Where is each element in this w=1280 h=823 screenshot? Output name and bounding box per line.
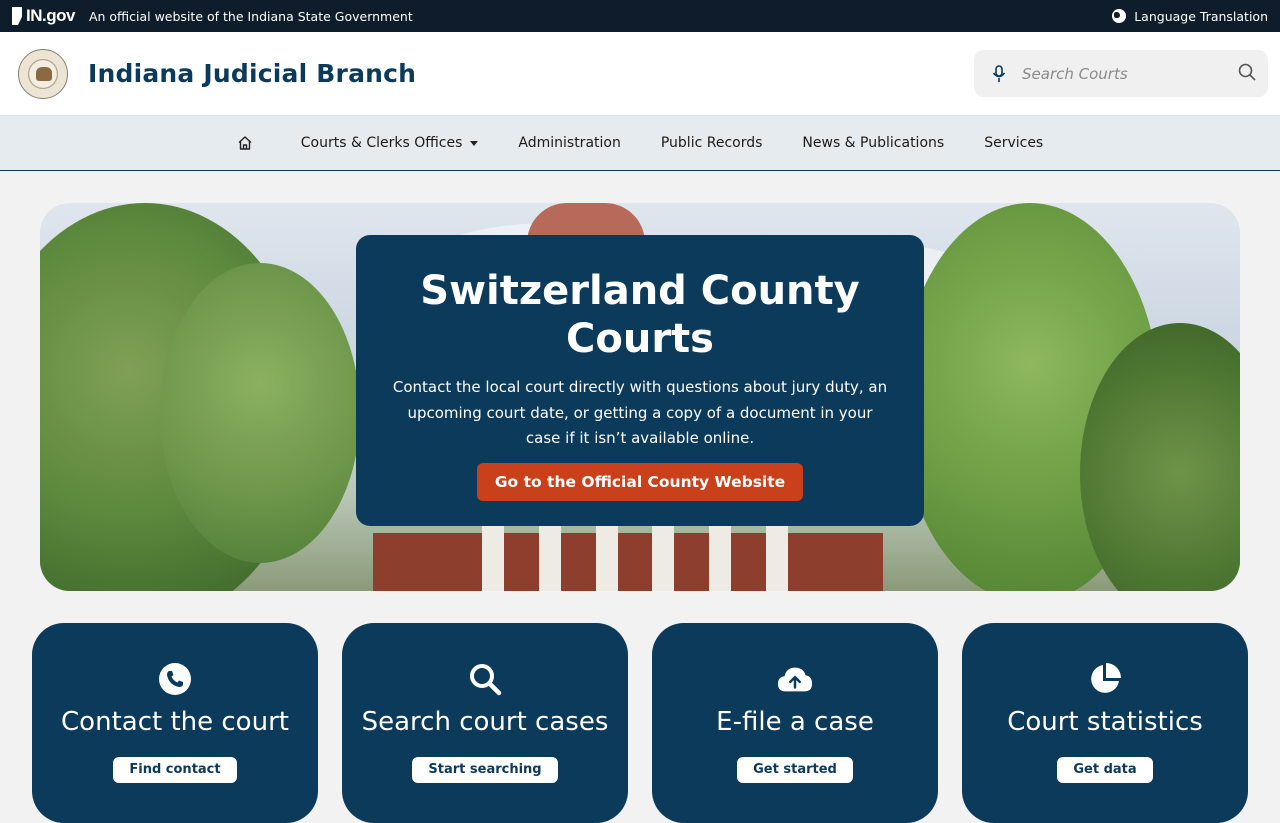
site-title: Indiana Judicial Branch: [88, 59, 417, 88]
ingov-logo[interactable]: IN.gov: [12, 6, 75, 26]
card-efile-case[interactable]: E-file a case Get started: [652, 623, 938, 823]
card-title: Search court cases: [361, 707, 609, 737]
official-county-website-button[interactable]: Go to the Official County Website: [476, 462, 804, 501]
card-court-statistics[interactable]: Court statistics Get data: [962, 623, 1248, 823]
nav-administration[interactable]: Administration: [498, 116, 640, 170]
cloud-upload-icon: [777, 661, 813, 697]
globe-icon: [1112, 9, 1127, 23]
card-button[interactable]: Get started: [737, 757, 853, 783]
nav-news-publications[interactable]: News & Publications: [782, 116, 964, 170]
card-title: E-file a case: [716, 707, 874, 737]
card-title: Court statistics: [1007, 707, 1203, 737]
card-button[interactable]: Find contact: [113, 757, 237, 783]
gov-bar: IN.gov An official website of the Indian…: [0, 0, 1280, 32]
hero-title: Switzerland County Courts: [420, 268, 860, 362]
indiana-state-icon: [12, 7, 22, 25]
card-button[interactable]: Start searching: [412, 757, 558, 783]
gov-bar-left: IN.gov An official website of the Indian…: [12, 6, 413, 26]
card-title: Contact the court: [61, 707, 289, 737]
nav-news-publications-label: News & Publications: [802, 135, 945, 151]
card-button[interactable]: Get data: [1057, 757, 1153, 783]
nav-courts-clerks[interactable]: Courts & Clerks Offices: [281, 116, 499, 170]
card-contact-court[interactable]: Contact the court Find contact: [32, 623, 318, 823]
microphone-icon[interactable]: [990, 64, 1008, 83]
state-seal-logo: [18, 48, 68, 99]
search-icon[interactable]: [1238, 63, 1256, 85]
caret-down-icon: [470, 140, 479, 146]
search-box: [974, 50, 1268, 97]
hero-description: Contact the local court directly with qu…: [392, 378, 888, 447]
main-nav: Courts & Clerks Offices Administration P…: [0, 116, 1280, 171]
quick-links: Contact the court Find contact Search co…: [32, 623, 1248, 823]
nav-public-records-label: Public Records: [660, 135, 763, 151]
nav-services-label: Services: [984, 135, 1044, 151]
home-icon: [238, 136, 252, 150]
nav-public-records[interactable]: Public Records: [641, 116, 783, 170]
brand[interactable]: Indiana Judicial Branch: [18, 48, 417, 99]
official-site-text: An official website of the Indiana State…: [88, 8, 413, 24]
pie-chart-icon: [1087, 661, 1123, 697]
nav-courts-clerks-label: Courts & Clerks Offices: [300, 135, 463, 151]
nav-administration-label: Administration: [518, 135, 621, 151]
hero-card: Switzerland County Courts Contact the lo…: [356, 235, 924, 526]
nav-home[interactable]: [217, 116, 281, 170]
card-search-cases[interactable]: Search court cases Start searching: [342, 623, 628, 823]
site-header: Indiana Judicial Branch: [0, 32, 1280, 116]
nav-services[interactable]: Services: [964, 116, 1063, 170]
search-icon: [467, 661, 503, 697]
language-translation-button[interactable]: Language Translation: [1112, 9, 1268, 24]
search-input[interactable]: [1022, 64, 1224, 83]
phone-icon: [157, 661, 193, 697]
ingov-logo-text: IN.gov: [26, 6, 75, 25]
hero-banner: Switzerland County Courts Contact the lo…: [40, 203, 1240, 591]
language-translation-label: Language Translation: [1134, 8, 1268, 24]
